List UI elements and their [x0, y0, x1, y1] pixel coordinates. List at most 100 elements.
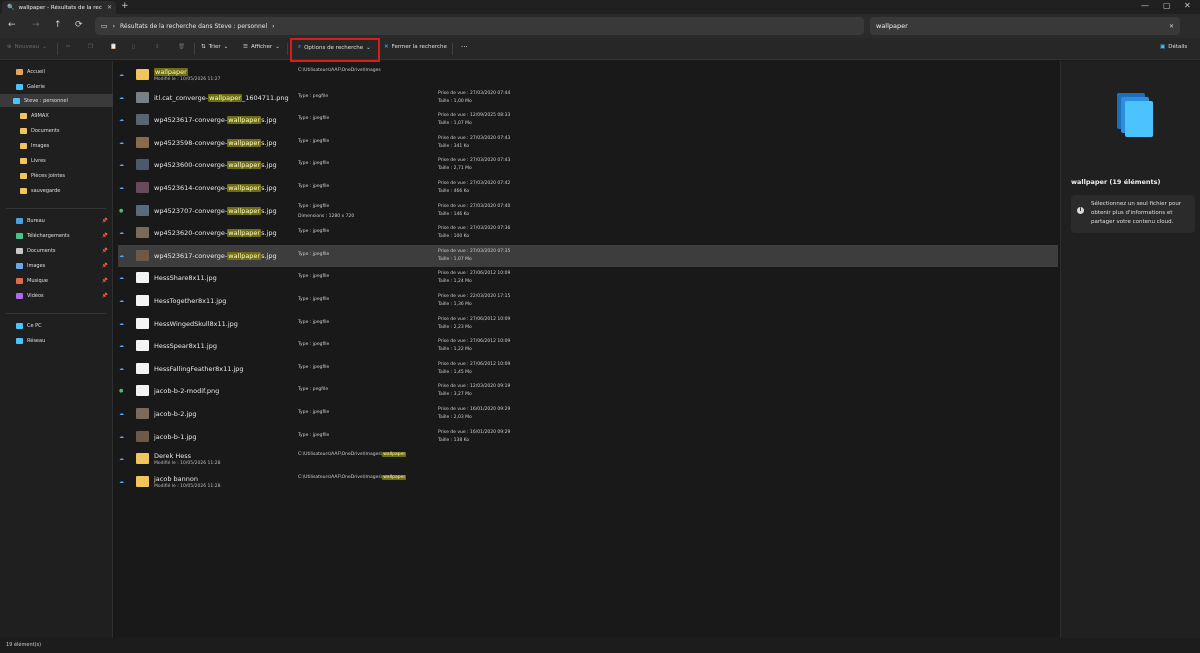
column-value: Type : jpegfile [298, 274, 330, 280]
file-name-part: s.jpg [261, 161, 277, 170]
share-icon[interactable]: ⇪ [155, 44, 160, 50]
back-icon[interactable]: ← [8, 20, 16, 30]
sidebar-item[interactable]: Ce PC [0, 319, 113, 332]
cut-icon[interactable]: ✂ [66, 44, 71, 50]
info-icon: i [1077, 207, 1084, 214]
table-row[interactable]: ☁ HessFallingFeather8x11.jpg Type : jpegfi… [118, 358, 1058, 380]
sidebar-item[interactable]: Images 📌 [0, 259, 113, 272]
sidebar-item[interactable]: Livres [0, 154, 113, 167]
table-row[interactable]: ☁ wp4523617-converge-wallpapers.jpg Type :… [118, 109, 1058, 131]
computer-icon: ▭ [101, 22, 108, 30]
sidebar-item[interactable]: A9MAX [0, 109, 113, 122]
column-value: Type : jpegfile [298, 251, 330, 257]
new-button[interactable]: ⊕ Nouveau ⌄ [7, 44, 47, 50]
sidebar-item[interactable]: Pièces jointes [0, 169, 113, 182]
table-row[interactable]: ☁ HessShare8x11.jpg Type : jpegfile Prise d… [118, 267, 1058, 289]
file-name-part: jacob-b-2-modif.png [154, 387, 220, 396]
image-thumbnail [136, 182, 149, 193]
table-row[interactable]: ☁ wp4523598-converge-wallpapers.jpg Type :… [118, 132, 1058, 154]
folder-path: C:\Utilisateurs\AAF\OneDrive\Images [298, 68, 381, 73]
home-icon [16, 68, 23, 75]
sidebar-item-label: Documents [31, 127, 60, 134]
sidebar-item[interactable]: sauvegarde [0, 184, 113, 197]
rename-icon[interactable]: ▯ [132, 44, 135, 50]
column-value: C:\Utilisateurs\AAF\OneDrive\Images\ [298, 452, 383, 458]
view-button[interactable]: ☰ Afficher ⌄ [243, 44, 280, 50]
search-icon: 🔍 [7, 4, 15, 11]
sidebar-item[interactable]: Galerie [0, 80, 113, 93]
sidebar-item[interactable]: Accueil [0, 65, 113, 78]
search-match-highlight: wallpaper [227, 138, 262, 147]
close-search-button[interactable]: ✕ Fermer la recherche [384, 44, 447, 50]
sidebar-item[interactable]: Musique 📌 [0, 274, 113, 287]
clear-search-icon[interactable]: ✕ [1169, 23, 1174, 30]
table-row[interactable]: ☁ itl.cat_converge-wallpaper_1604711.png T… [118, 87, 1058, 109]
table-row[interactable]: ● jacob-b-2-modif.png Type : pngfile Prise … [118, 380, 1058, 402]
date-taken: Prise de vue : 27/06/2012 10:09 [438, 271, 511, 277]
file-name-part: HessShare8x11.jpg [154, 274, 217, 283]
table-row[interactable]: ☁ HessSpear8x11.jpg Type : jpegfile Prise d… [118, 335, 1058, 357]
sidebar-item[interactable]: Vidéos 📌 [0, 289, 113, 302]
maximize-icon[interactable]: ▢ [1163, 1, 1171, 10]
minimize-icon[interactable]: — [1141, 1, 1149, 10]
gallery-icon [16, 83, 23, 90]
file-type: Type : jpegfile [298, 139, 329, 144]
search-input[interactable]: wallpaper ✕ [870, 17, 1180, 35]
table-row[interactable]: ☁ jacob-b-1.jpg Type : jpegfile Prise de vu… [118, 426, 1058, 448]
file-name-part: wp4523598-converge- [154, 138, 228, 147]
more-options-icon[interactable]: ··· [461, 43, 468, 51]
image-thumbnail [136, 114, 149, 126]
chevron-down-icon: ⌄ [223, 44, 229, 50]
sidebar-item[interactable]: Documents 📌 [0, 244, 113, 257]
refresh-icon[interactable]: ⟳ [75, 20, 83, 30]
cloud-icon: ☁ [119, 478, 124, 485]
breadcrumb[interactable]: Résultats de la recherche dans Steve : p… [120, 23, 267, 30]
details-pane: wallpaper (19 éléments) i Sélectionnez u… [1060, 61, 1200, 638]
sidebar-item-label: Images [27, 262, 46, 269]
table-row[interactable]: ☁ jacob-b-2.jpg Type : jpegfile Prise de vu… [118, 403, 1058, 425]
sidebar-item[interactable]: Steve : personnel [0, 94, 113, 107]
file-type: Type : jpegfile [298, 320, 329, 325]
table-row[interactable]: ● wp4523707-converge-wallpapers.jpg Type :… [118, 200, 1058, 222]
details-button[interactable]: ▣ Détails [1160, 44, 1187, 50]
chevron-down-icon: ⌄ [42, 44, 47, 50]
column-value: Type : jpegfile [298, 342, 330, 348]
column-value: Type : jpegfile [298, 410, 330, 415]
details-info-card: i Sélectionnez un seul fichier pour obte… [1071, 195, 1195, 233]
new-tab-button[interactable]: + [121, 1, 129, 11]
image-thumbnail [136, 340, 149, 352]
sidebar-item[interactable]: Réseau [0, 334, 113, 347]
modified-date: Modifié le : 10/05/2026 11:28 [154, 483, 221, 489]
column-value: Type : jpegfile [298, 432, 330, 438]
window-tab[interactable]: 🔍 wallpaper - Résultats de la rec ✕ [2, 1, 116, 14]
sidebar-item[interactable]: Documents [0, 124, 113, 137]
view-icon: ☰ [243, 44, 248, 50]
sidebar-item[interactable]: Images [0, 139, 113, 152]
paste-icon[interactable]: 📋 [110, 44, 117, 50]
table-row[interactable]: ☁ wp4523600-converge-wallpapers.jpg Type :… [118, 154, 1058, 176]
table-row[interactable]: ☁ Derek Hess Modifié le : 10/05/2026 11:28… [118, 448, 1058, 470]
table-row[interactable]: ☁ wp4523617-converge-wallpapers.jpg Type :… [118, 244, 1058, 267]
sidebar-item[interactable]: Bureau 📌 [0, 214, 113, 227]
image-thumbnail [136, 136, 149, 148]
file-type: Type : jpegfile [298, 184, 329, 189]
file-name-part: HessTogether8x11.jpg [154, 297, 227, 305]
file-name: Derek Hess [154, 452, 191, 460]
table-row[interactable]: ☁ wp4523614-converge-wallpapers.jpg Type :… [118, 177, 1058, 199]
sidebar-item[interactable]: Téléchargements 📌 [0, 229, 113, 242]
table-row[interactable]: ☁ wp4523620-converge-wallpapers.jpg Type :… [118, 222, 1058, 244]
delete-icon[interactable]: 🗑 [178, 44, 185, 50]
table-row[interactable]: ☁ HessWingedSkull8x11.jpg Type : jpegfile P… [118, 313, 1058, 335]
table-row[interactable]: ☁ jacob bannon Modifié le : 10/05/2026 11:… [118, 471, 1058, 493]
table-row[interactable]: ☁ HessTogether8x11.jpg Type : jpegfile Pris… [118, 290, 1058, 312]
address-bar[interactable]: ▭ › Résultats de la recherche dans Steve… [95, 17, 864, 35]
close-window-icon[interactable]: ✕ [1184, 1, 1191, 10]
up-icon[interactable]: ↑ [54, 20, 62, 30]
file-type: Type : jpegfile [298, 410, 329, 415]
file-size: Taille : 1,45 Mo [438, 369, 472, 375]
table-row[interactable]: ☁ wallpaper Modifié le : 10/05/2026 11:27 C… [118, 64, 1058, 86]
copy-icon[interactable]: ❐ [88, 44, 93, 50]
close-tab-icon[interactable]: ✕ [107, 4, 112, 11]
forward-icon[interactable]: → [32, 20, 40, 30]
sort-button[interactable]: ⇅ Trier ⌄ [201, 44, 228, 50]
